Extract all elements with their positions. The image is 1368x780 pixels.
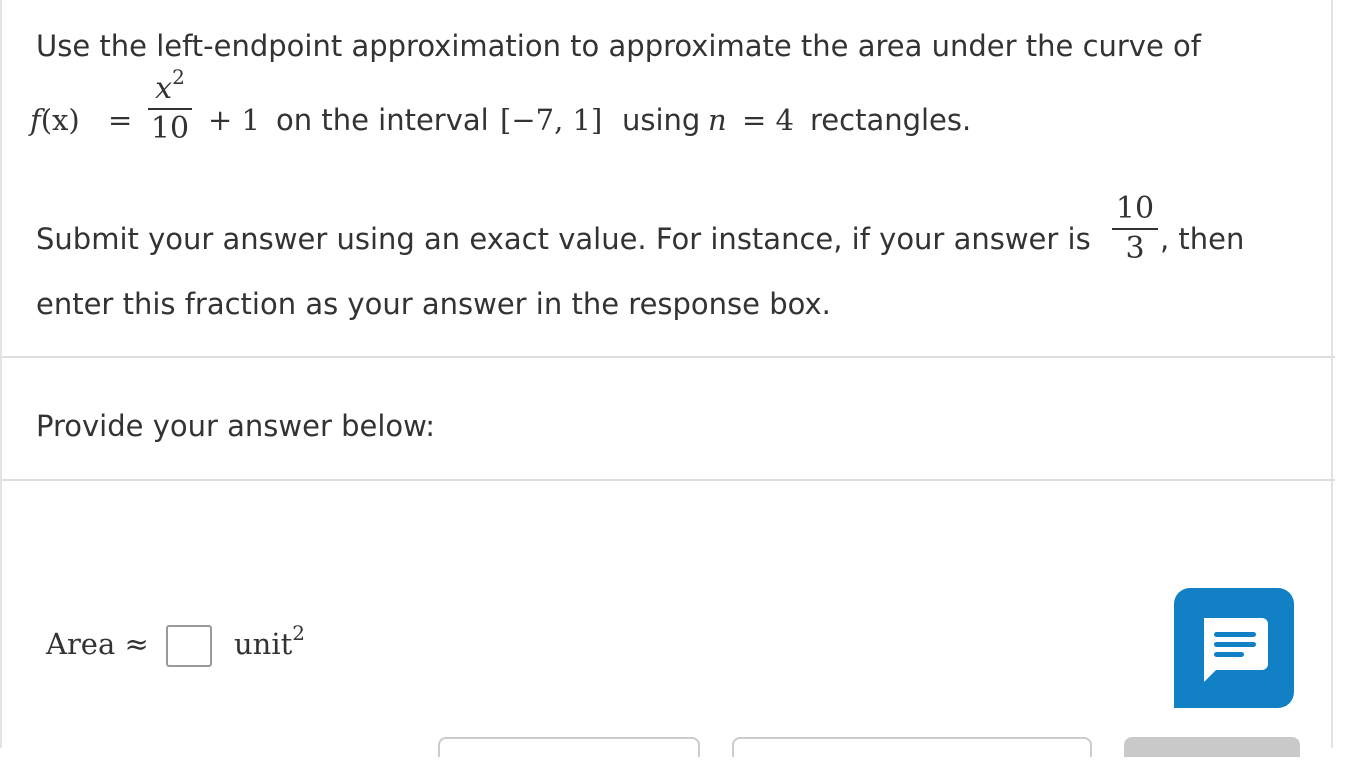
example-denominator: 3	[1125, 231, 1145, 266]
using-text: using	[622, 103, 701, 137]
function-fraction: x2 10	[148, 65, 192, 146]
example-fraction-bar	[1112, 228, 1158, 230]
fraction-bar	[148, 108, 192, 110]
fraction-numerator: x2	[155, 65, 185, 106]
on-the-interval-text: on the interval	[276, 103, 489, 137]
example-numerator: 10	[1115, 191, 1155, 226]
fraction-denominator: 10	[150, 111, 190, 146]
plus-one: + 1	[208, 103, 260, 137]
function-name: f(x)	[30, 103, 80, 137]
submit-button[interactable]	[1124, 737, 1300, 757]
comma-then-text: , then	[1160, 222, 1245, 256]
enter-instructions: enter this fraction as your answer in th…	[36, 287, 831, 321]
interval-value: [−7, 1]	[500, 103, 603, 137]
submit-instructions: Submit your answer using an exact value.…	[36, 222, 1091, 256]
n-variable: n	[708, 103, 727, 137]
question-line-1: Use the left-endpoint approximation to a…	[36, 29, 1201, 63]
chat-button[interactable]	[1174, 588, 1294, 708]
rectangles-text: rectangles.	[810, 103, 972, 137]
chat-bubble-icon	[1204, 618, 1268, 682]
example-fraction: 10 3	[1112, 192, 1158, 266]
provide-answer-label: Provide your answer below:	[36, 409, 436, 443]
bottom-button-2[interactable]	[732, 737, 1092, 757]
bottom-button-1[interactable]	[438, 737, 700, 757]
n-equals-four: = 4	[742, 103, 794, 137]
answer-input[interactable]	[166, 625, 212, 667]
equals-sign: =	[108, 103, 133, 137]
unit-label: unit2	[234, 621, 306, 661]
area-label: Area ≈	[46, 627, 149, 661]
